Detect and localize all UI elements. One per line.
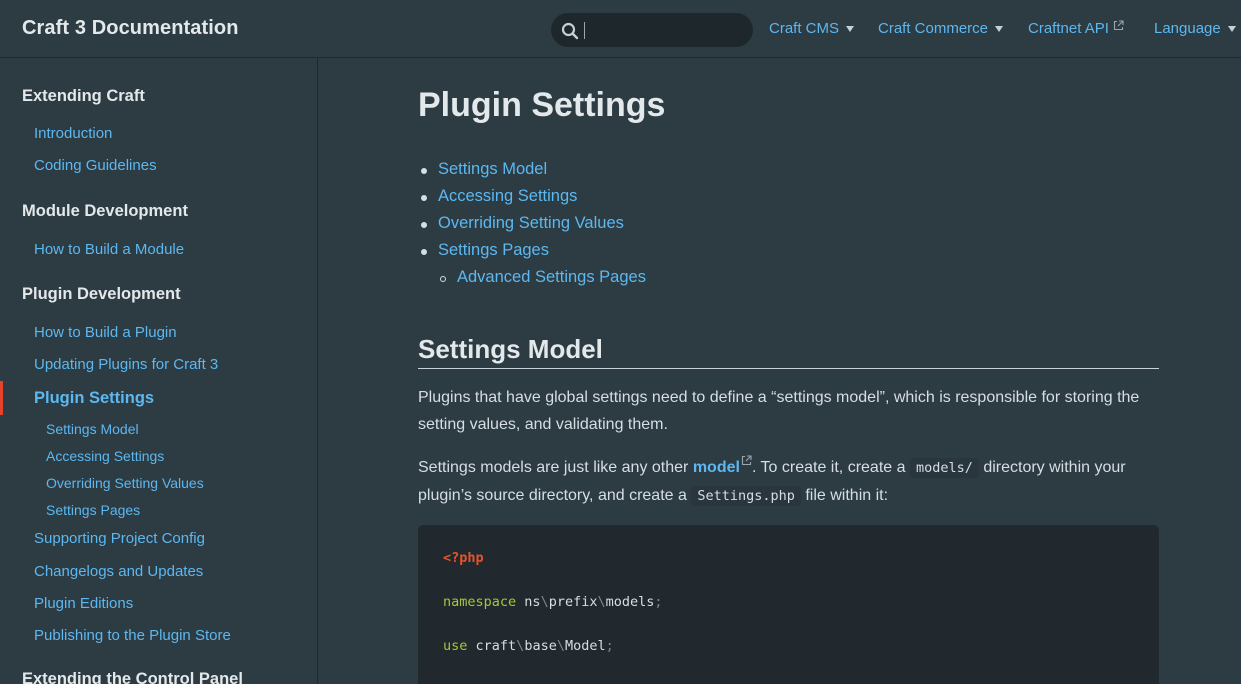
sidebar-group-module-development[interactable]: Module Development [22,202,188,221]
bullet-icon [421,195,427,201]
site-title[interactable]: Craft 3 Documentation [22,17,239,40]
code-separator: \ [540,594,549,610]
sidebar-item-project-config[interactable]: Supporting Project Config [34,530,205,547]
code-ident: ns [524,594,541,610]
search-caret [584,22,585,39]
sidebar-item-plugin-settings[interactable]: Plugin Settings [34,389,154,408]
code-ident: craft [475,638,517,654]
bullet-icon [421,168,427,174]
code-line-5: use craft\base\Model; [443,638,614,654]
sidebar-item-changelogs[interactable]: Changelogs and Updates [34,563,203,580]
nav-craft-cms-label: Craft CMS [769,20,840,37]
bullet-icon [421,222,427,228]
paragraph-text: Settings models are just like any other [418,459,693,476]
chevron-down-icon [1227,26,1236,32]
paragraph-text: file within it: [805,487,889,504]
sidebar-item-introduction[interactable]: Introduction [34,125,112,142]
keyword-use: use [443,638,468,654]
sidebar-item-plugin-store[interactable]: Publishing to the Plugin Store [34,627,231,644]
sidebar-subitem-settings-model[interactable]: Settings Model [46,421,139,437]
code-ident: Model [564,638,606,654]
code-line-1: <?php [443,550,484,566]
search-box[interactable] [551,13,753,47]
nav-language-label: Language [1154,20,1221,37]
sidebar-item-build-module[interactable]: How to Build a Module [34,241,184,258]
bullet-hollow-icon [440,276,446,282]
nav-craftnet-api-label: Craftnet API [1028,20,1109,37]
sidebar-subitem-overriding-values[interactable]: Overriding Setting Values [46,475,204,491]
sidebar: Extending Craft Introduction Coding Guid… [0,58,318,684]
paragraph-intro: Plugins that have global settings need t… [418,389,1140,433]
toc-settings-model[interactable]: Settings Model [438,160,547,179]
search-icon [561,22,579,40]
toc-overriding-values[interactable]: Overriding Setting Values [438,214,624,233]
external-link-icon [1113,20,1124,31]
active-item-marker [0,381,3,415]
code-ident: models [605,594,655,610]
code-semicolon: ; [654,594,663,610]
sidebar-item-plugin-editions[interactable]: Plugin Editions [34,595,133,612]
section-divider [418,368,1159,369]
sidebar-item-updating-plugins[interactable]: Updating Plugins for Craft 3 [34,356,218,373]
sidebar-group-extending-craft[interactable]: Extending Craft [22,87,145,106]
keyword-namespace: namespace [443,594,517,610]
paragraph-text: . To create it, create a [751,459,910,476]
code-semicolon: ; [605,638,614,654]
nav-craft-commerce-label: Craft Commerce [878,20,989,37]
sidebar-group-plugin-development[interactable]: Plugin Development [22,285,181,304]
page-title: Plugin Settings [418,86,666,124]
inline-code-settings-file: Settings.php [691,486,801,506]
php-open-tag: <?php [443,550,484,566]
nav-craft-cms[interactable]: Craft CMS [769,20,855,37]
toc-accessing-settings[interactable]: Accessing Settings [438,187,577,206]
code-separator: \ [597,594,606,610]
toc-advanced-settings-pages[interactable]: Advanced Settings Pages [457,268,646,287]
bullet-icon [421,249,427,255]
nav-language[interactable]: Language [1154,20,1236,37]
paragraph-models: Settings models are just like any other … [418,454,1159,510]
chevron-down-icon [846,26,855,32]
top-navbar: Craft 3 Documentation Craft CMS Craft Co… [0,0,1241,58]
chevron-down-icon [995,26,1004,32]
code-ident: prefix [548,594,598,610]
sidebar-group-control-panel[interactable]: Extending the Control Panel [22,670,243,684]
nav-craft-commerce[interactable]: Craft Commerce [878,20,1004,37]
code-separator: \ [556,638,565,654]
code-line-3: namespace ns\prefix\models; [443,594,663,610]
sidebar-subitem-settings-pages[interactable]: Settings Pages [46,502,140,518]
nav-craftnet-api[interactable]: Craftnet API [1028,20,1124,37]
external-link-icon [741,455,752,466]
sidebar-item-coding-guidelines[interactable]: Coding Guidelines [34,157,157,174]
sidebar-subitem-accessing-settings[interactable]: Accessing Settings [46,448,164,464]
section-heading-settings-model: Settings Model [418,334,603,364]
code-ident: base [524,638,557,654]
inline-code-models-dir: models/ [909,458,979,478]
toc-settings-pages[interactable]: Settings Pages [438,241,549,260]
model-link[interactable]: model [693,459,740,476]
code-block: <?php namespace ns\prefix\models; use cr… [418,525,1159,684]
sidebar-item-build-plugin[interactable]: How to Build a Plugin [34,324,177,341]
